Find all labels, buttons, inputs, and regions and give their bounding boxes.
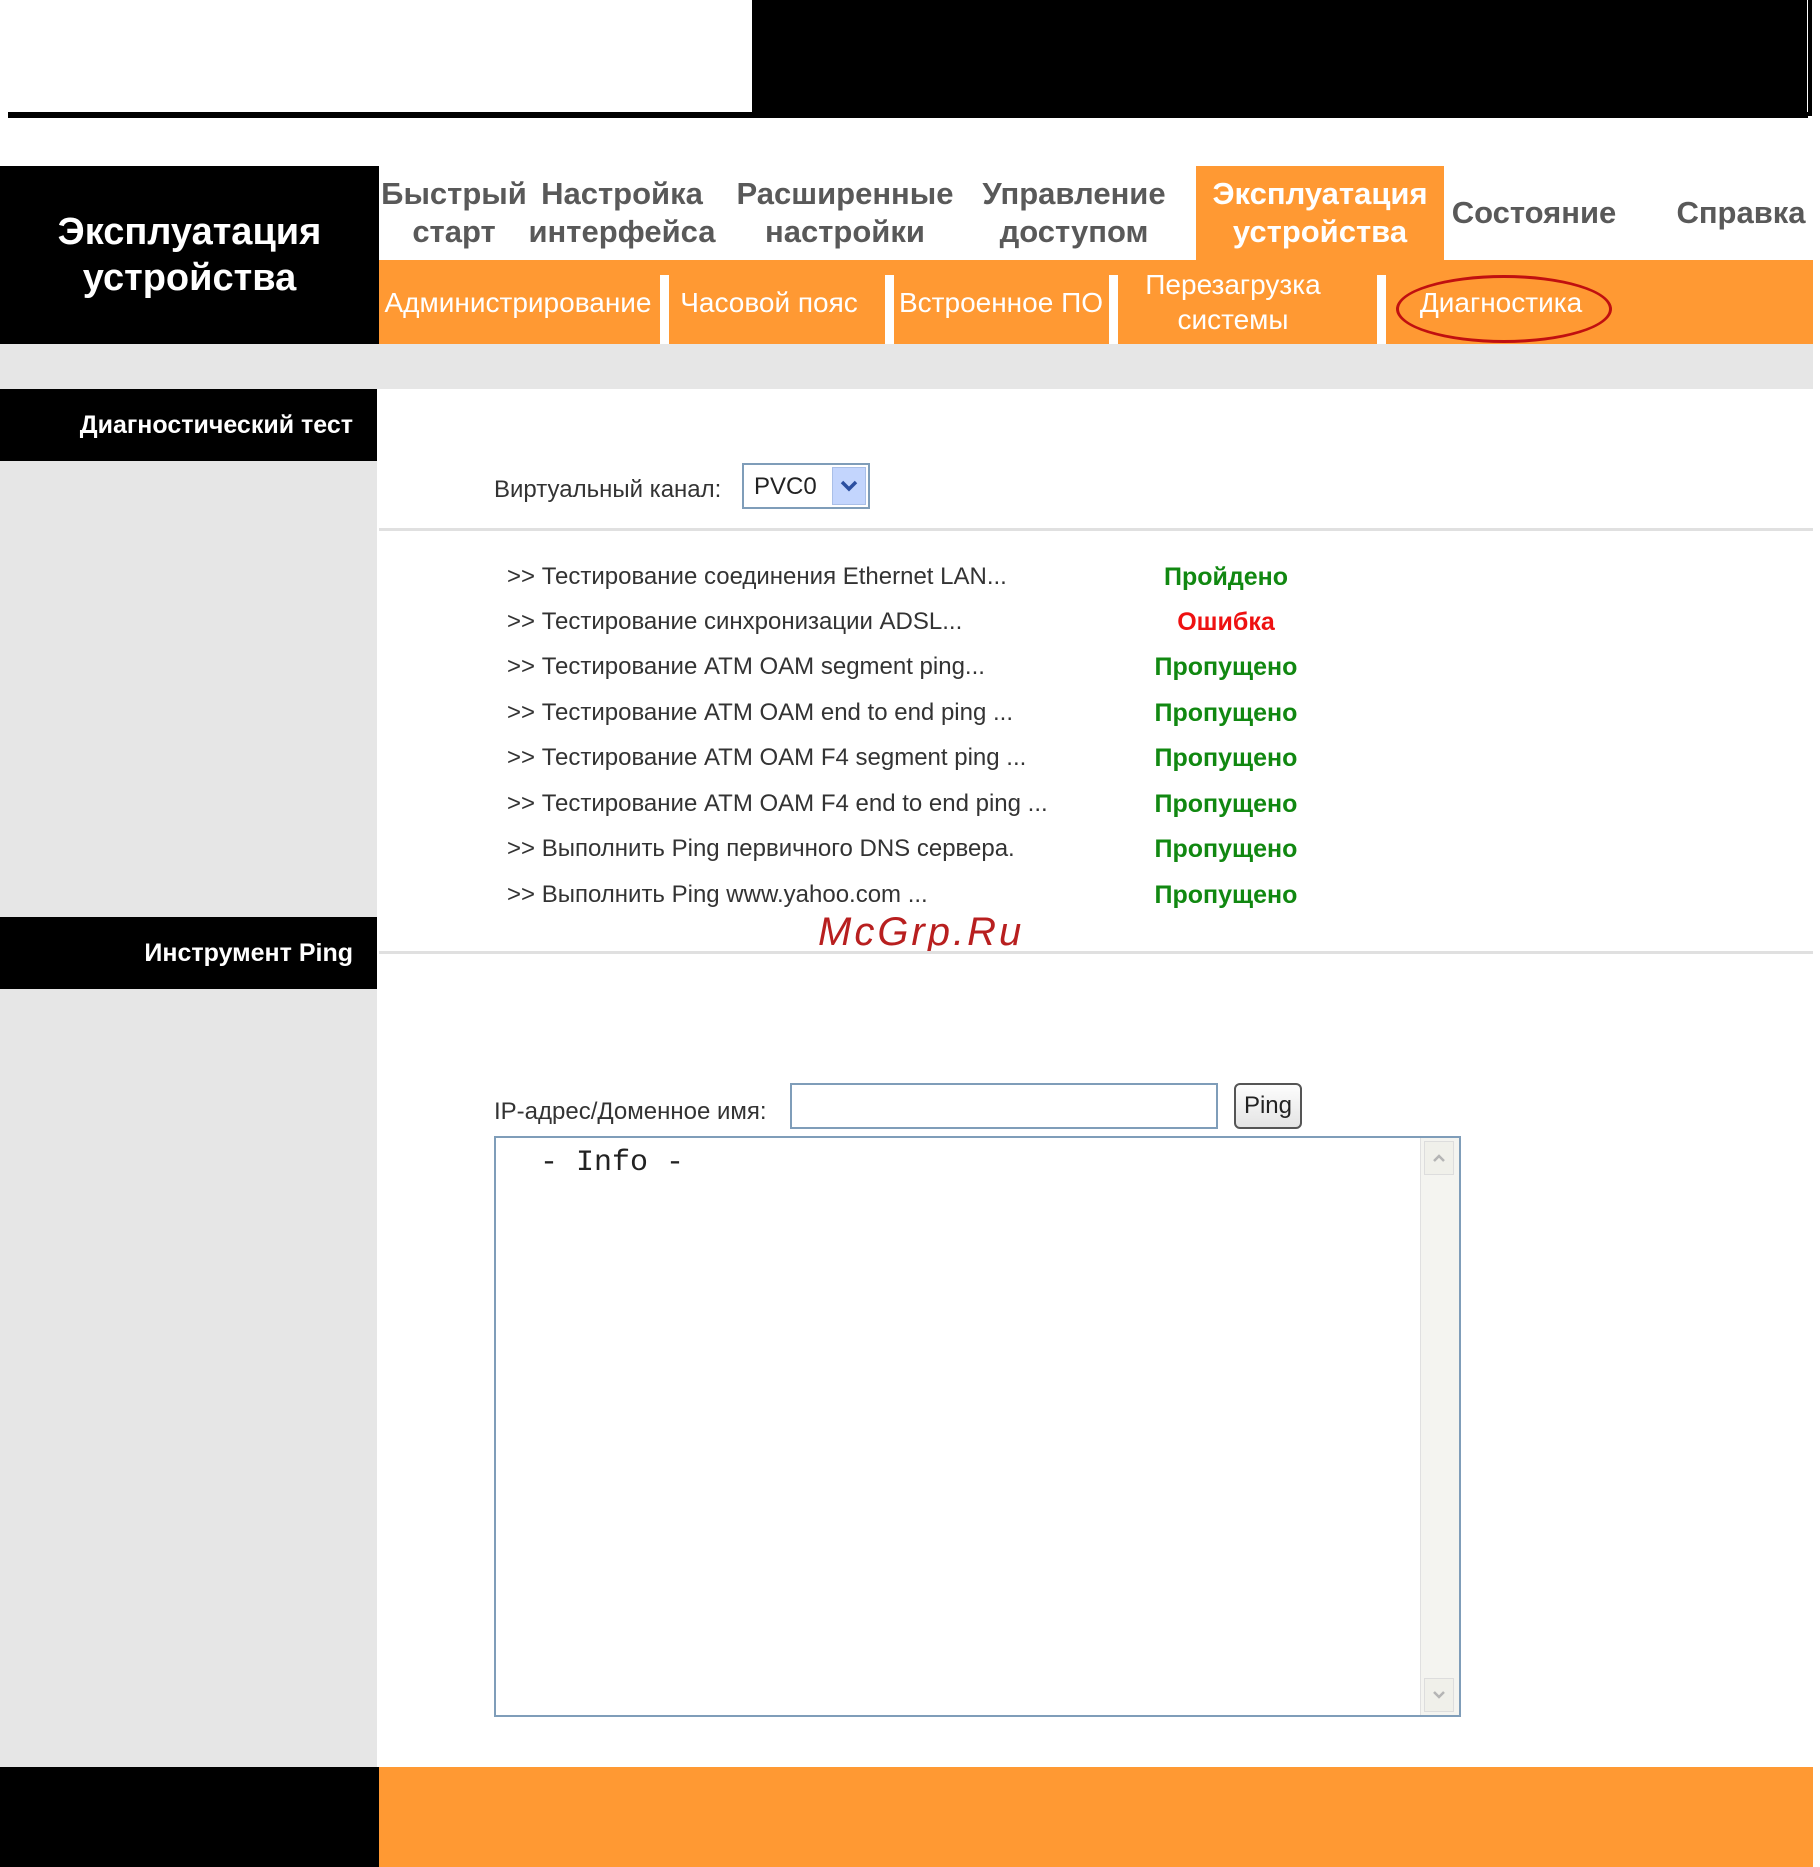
top-banner-edge [1808,0,1812,116]
main-tab-status[interactable]: Состояние [1444,166,1624,260]
left-sidebar: Диагностический тест Инструмент Ping [0,389,377,1767]
test-result: Пропущено [1154,835,1298,863]
test-result: Ошибка [1177,608,1275,636]
test-label: >> Тестирование соединения Ethernet LAN.… [507,563,1007,590]
sub-tab-administration[interactable]: Администрирование [379,260,657,344]
divider [379,528,1813,531]
sub-tab-firmware[interactable]: Встроенное ПО [894,260,1108,344]
sub-nav-divider [1377,275,1386,344]
virtual-channel-select[interactable]: PVC0 [742,463,870,509]
test-result: Пропущено [1154,881,1298,909]
footer-left [0,1767,379,1867]
ip-address-input[interactable] [790,1083,1218,1129]
test-result: Пропущено [1154,653,1298,681]
diagnostic-test-heading: Диагностический тест [0,389,377,461]
main-tab-maintenance[interactable]: Эксплуатация устройства [1196,166,1444,260]
scrollbar[interactable] [1420,1138,1459,1715]
chevron-down-icon[interactable] [832,467,866,505]
gray-strip [0,344,1813,389]
top-banner [752,0,1807,116]
divider [379,951,1813,954]
diagnostics-highlight-circle [1396,275,1612,343]
main-nav: Быстрый старт Настройка интерфейса Расши… [379,166,1813,260]
ping-button[interactable]: Ping [1234,1083,1302,1129]
ping-tool-heading: Инструмент Ping [0,917,377,989]
test-result: Пропущено [1154,790,1298,818]
main-tab-advanced-setup[interactable]: Расширенные настройки [731,166,959,260]
scroll-down-icon[interactable] [1424,1678,1454,1712]
virtual-channel-value: PVC0 [754,473,817,500]
ip-address-label: IP-адрес/Доменное имя: [494,1098,767,1125]
test-label: >> Тестирование ATM OAM segment ping... [507,653,985,680]
section-title: Эксплуатация устройства [57,211,322,299]
sub-nav-divider [1109,275,1118,344]
section-title-block: Эксплуатация устройства [0,166,379,344]
main-tab-help[interactable]: Справка [1669,166,1813,260]
test-label: >> Тестирование ATM OAM F4 end to end pi… [507,790,1048,817]
main-tab-quick-start[interactable]: Быстрый старт [379,166,529,260]
scroll-up-icon[interactable] [1424,1141,1454,1175]
test-label: >> Тестирование синхронизации ADSL... [507,608,963,635]
footer-bar [379,1767,1813,1867]
test-label: >> Выполнить Ping www.yahoo.com ... [507,881,928,908]
sub-nav-divider [660,275,669,344]
test-label: >> Тестирование ATM OAM end to end ping … [507,699,1013,726]
main-tab-interface-setup[interactable]: Настройка интерфейса [529,166,716,260]
sub-nav-divider [885,275,894,344]
sub-tab-time-zone[interactable]: Часовой пояс [669,260,869,344]
test-result: Пропущено [1154,699,1298,727]
main-tab-access-management[interactable]: Управление доступом [969,166,1179,260]
test-label: >> Выполнить Ping первичного DNS сервера… [507,835,1015,862]
test-result: Пропущено [1154,744,1298,772]
ping-output-text: - Info - [522,1146,685,1180]
virtual-channel-label: Виртуальный канал: [494,476,722,503]
test-label: >> Тестирование ATM OAM F4 segment ping … [507,744,1027,771]
sub-tab-system-restart[interactable]: Перезагрузка системы [1119,260,1347,344]
top-banner-rule [8,112,1808,118]
ping-output-textarea[interactable]: - Info - [494,1136,1461,1717]
watermark: McGrp.Ru [818,910,1025,954]
test-result: Пройдено [1163,563,1289,591]
